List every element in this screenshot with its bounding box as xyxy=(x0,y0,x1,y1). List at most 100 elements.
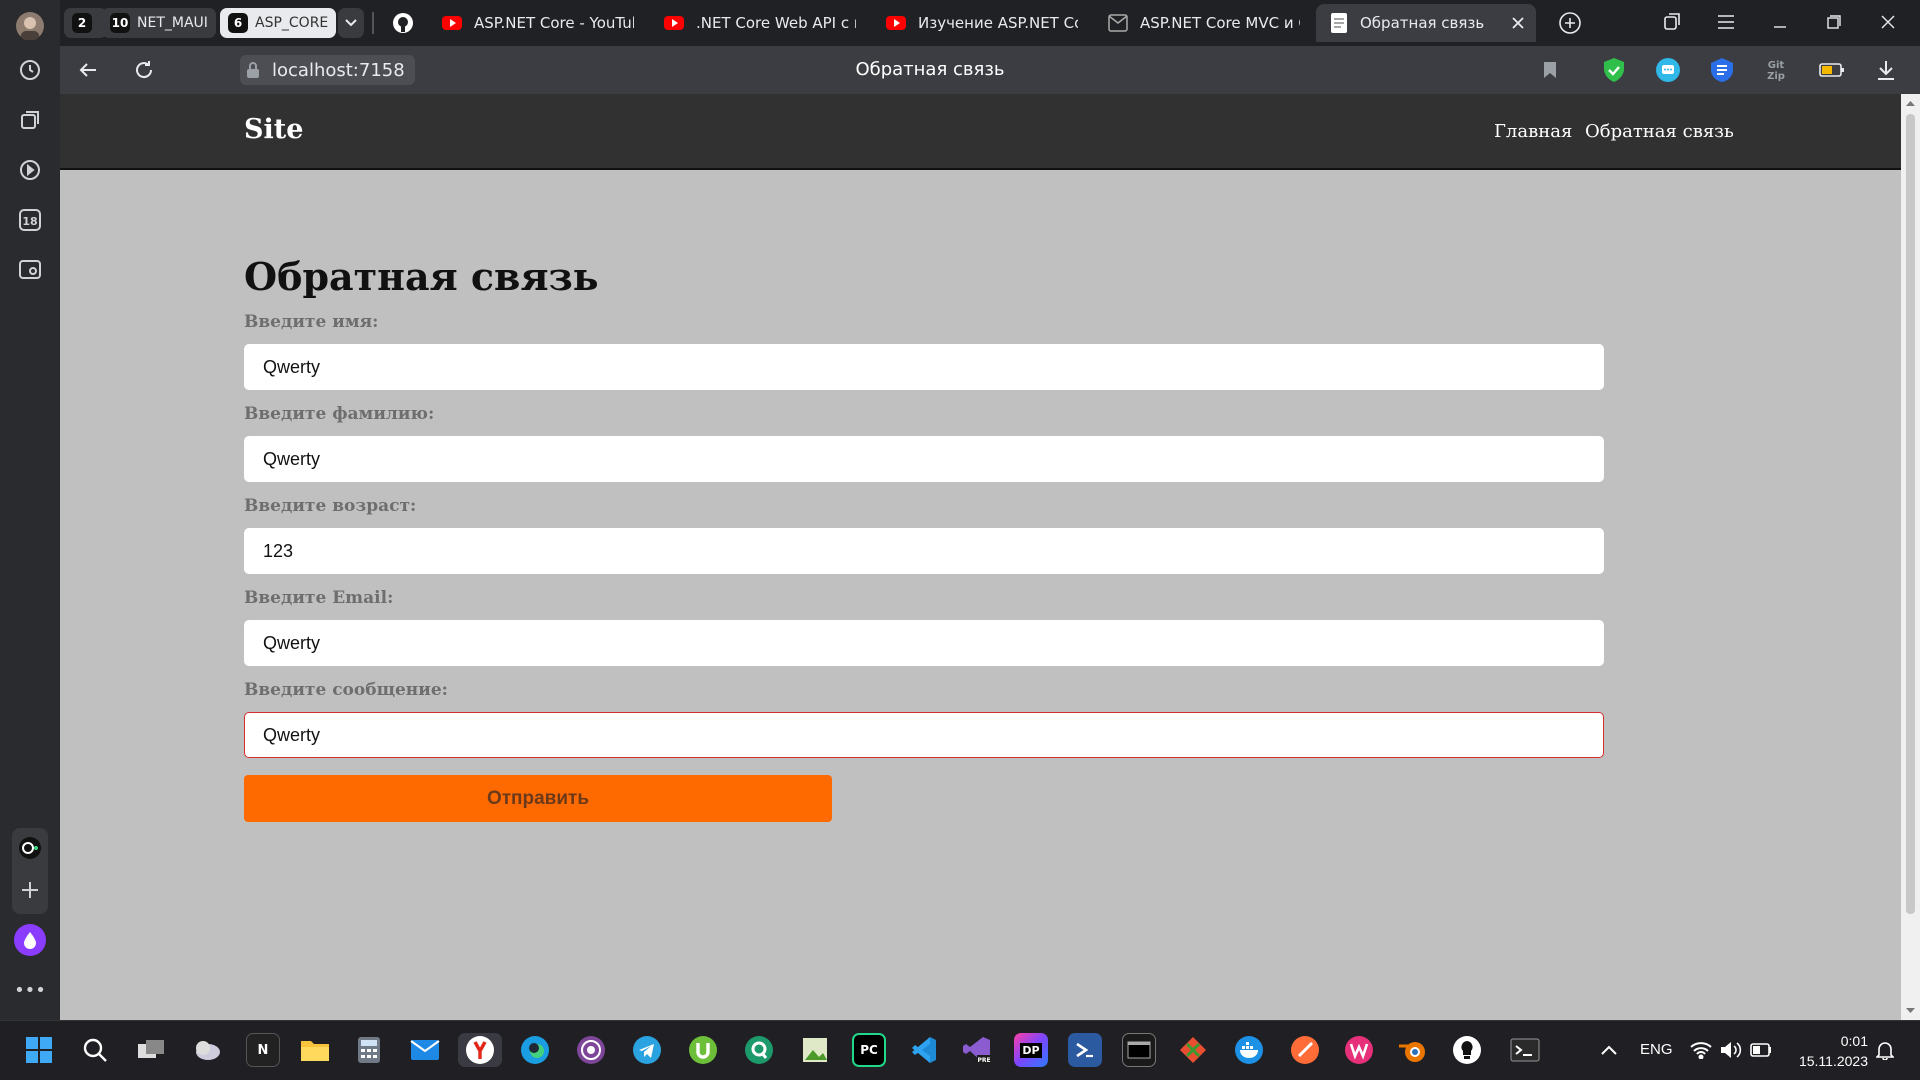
calendar-icon[interactable]: 18 xyxy=(12,202,48,238)
tab-group-label: NET_MAUI xyxy=(137,15,208,31)
restore-icon[interactable] xyxy=(1818,6,1850,38)
minimize-icon[interactable] xyxy=(1764,6,1796,38)
postman-icon[interactable] xyxy=(1288,1033,1322,1067)
notification-bell-icon[interactable] xyxy=(1868,1033,1902,1067)
tab-group-asp-core[interactable]: 6 ASP_CORE xyxy=(220,8,337,38)
blender-icon[interactable] xyxy=(1396,1033,1430,1067)
image-app-icon[interactable] xyxy=(798,1033,832,1067)
date-text: 15.11.2023 xyxy=(1798,1053,1868,1069)
tab-current[interactable]: Обратная связь xyxy=(1316,4,1536,42)
task-view-icon[interactable] xyxy=(134,1033,168,1067)
collections-icon[interactable] xyxy=(12,102,48,138)
site-brand[interactable]: Site xyxy=(244,114,303,145)
terminal-icon[interactable] xyxy=(1508,1033,1542,1067)
chevron-down-icon xyxy=(345,19,357,27)
svg-text:Zip: Zip xyxy=(1767,71,1785,82)
telegram-icon[interactable] xyxy=(630,1033,664,1067)
close-icon[interactable] xyxy=(1512,17,1524,29)
scroll-down-icon[interactable] xyxy=(1901,1004,1920,1018)
name-input[interactable] xyxy=(244,344,1604,390)
nav-link-home[interactable]: Главная xyxy=(1494,121,1572,142)
lightbulb-app-icon[interactable] xyxy=(1450,1033,1484,1067)
alice-app-icon[interactable] xyxy=(12,830,48,866)
youtube-icon xyxy=(442,16,462,30)
email-input[interactable] xyxy=(244,620,1604,666)
dev-extension-icon[interactable] xyxy=(1706,54,1738,86)
screenshot-icon[interactable] xyxy=(12,252,48,288)
tab-group-net-maui[interactable]: 10 NET_MAUI xyxy=(102,8,216,38)
chat-extension-icon[interactable] xyxy=(1652,54,1684,86)
windows-start-icon[interactable] xyxy=(22,1033,56,1067)
tab-group-1[interactable]: 2 xyxy=(64,8,107,38)
tab-title: Изучение ASP.NET Core xyxy=(918,14,1078,32)
tray-overflow-icon[interactable] xyxy=(1592,1033,1626,1067)
tab-metanit[interactable]: ASP.NET Core MVC и C# xyxy=(1094,4,1314,42)
message-input[interactable] xyxy=(244,712,1604,758)
mail-app-icon[interactable] xyxy=(408,1033,442,1067)
edge-icon[interactable] xyxy=(518,1033,552,1067)
calculator-icon[interactable] xyxy=(352,1033,386,1067)
battery-icon[interactable] xyxy=(1744,1033,1778,1067)
tab-title: ASP.NET Core - YouTube xyxy=(474,14,634,32)
play-icon[interactable] xyxy=(12,152,48,188)
clock[interactable]: 0:01 15.11.2023 xyxy=(1788,1031,1868,1071)
vscode-icon[interactable] xyxy=(906,1033,940,1067)
dotpeek-icon[interactable]: DP xyxy=(1014,1033,1048,1067)
search-icon[interactable] xyxy=(78,1033,112,1067)
page-scrollbar[interactable] xyxy=(1901,94,1920,1020)
tab-youtube-2[interactable]: .NET Core Web API с нуля xyxy=(650,4,870,42)
adblock-shield-icon[interactable] xyxy=(1598,54,1630,86)
scroll-thumb[interactable] xyxy=(1906,114,1915,914)
tab-github[interactable] xyxy=(386,4,424,42)
github-icon xyxy=(393,13,413,33)
add-app-icon[interactable] xyxy=(12,872,48,908)
weather-icon[interactable] xyxy=(190,1033,224,1067)
git-gui-icon[interactable] xyxy=(1176,1033,1210,1067)
qt-creator-icon[interactable] xyxy=(742,1033,776,1067)
bookmark-icon[interactable] xyxy=(1534,54,1566,86)
download-icon[interactable] xyxy=(1870,54,1902,86)
tab-bar: 2 10 NET_MAUI 6 ASP_CORE ASP.NET Core - Yo… xyxy=(60,0,1920,46)
tab-youtube-1[interactable]: ASP.NET Core - YouTube xyxy=(428,4,648,42)
more-icon[interactable]: ••• xyxy=(12,972,48,1008)
docker-icon[interactable] xyxy=(1232,1033,1266,1067)
utorrent-icon[interactable] xyxy=(686,1033,720,1067)
tab-divider xyxy=(372,12,374,34)
message-label: Введите сообщение: xyxy=(244,680,448,700)
scroll-up-icon[interactable] xyxy=(1901,96,1920,110)
menu-icon[interactable] xyxy=(1710,6,1742,38)
page-viewport: Site Главная Обратная связь Обратная свя… xyxy=(60,94,1901,1020)
tab-title: .NET Core Web API с нуля xyxy=(696,14,856,32)
svg-text:Git: Git xyxy=(1768,60,1785,71)
age-label: Введите возраст: xyxy=(244,496,417,516)
wifi-icon[interactable] xyxy=(1684,1033,1718,1067)
surname-input[interactable] xyxy=(244,436,1604,482)
alice-assistant-icon[interactable] xyxy=(12,922,48,958)
yandex-browser-icon[interactable] xyxy=(458,1033,502,1067)
tab-groups-expand-button[interactable] xyxy=(338,8,364,38)
tor-browser-icon[interactable] xyxy=(574,1033,608,1067)
gitzip-icon[interactable]: Git Zip xyxy=(1760,54,1792,86)
battery-saver-icon[interactable] xyxy=(1816,54,1848,86)
file-explorer-icon[interactable] xyxy=(298,1033,332,1067)
tab-youtube-3[interactable]: Изучение ASP.NET Core xyxy=(872,4,1092,42)
age-input[interactable] xyxy=(244,528,1604,574)
taskbar: N PC PRE DP ENG 0:01 15.11.2023 xyxy=(0,1020,1920,1080)
profile-avatar[interactable] xyxy=(12,8,48,44)
pycharm-icon[interactable]: PC xyxy=(852,1033,886,1067)
powershell-icon[interactable] xyxy=(1068,1033,1102,1067)
tabs-overview-icon[interactable] xyxy=(1656,6,1688,38)
notion-icon[interactable]: N xyxy=(246,1033,280,1067)
history-icon[interactable] xyxy=(12,52,48,88)
nav-link-feedback[interactable]: Обратная связь xyxy=(1585,121,1734,142)
console-icon[interactable] xyxy=(1122,1033,1156,1067)
tab-title: ASP.NET Core MVC и C# xyxy=(1140,14,1300,32)
time-text: 0:01 xyxy=(1840,1033,1868,1049)
new-tab-button[interactable] xyxy=(1550,4,1590,42)
language-indicator[interactable]: ENG xyxy=(1640,1041,1673,1058)
writer-app-icon[interactable] xyxy=(1342,1033,1376,1067)
visual-studio-preview-icon[interactable]: PRE xyxy=(960,1033,994,1067)
close-window-icon[interactable] xyxy=(1872,6,1904,38)
volume-icon[interactable] xyxy=(1714,1033,1748,1067)
submit-button[interactable]: Отправить xyxy=(244,775,832,822)
